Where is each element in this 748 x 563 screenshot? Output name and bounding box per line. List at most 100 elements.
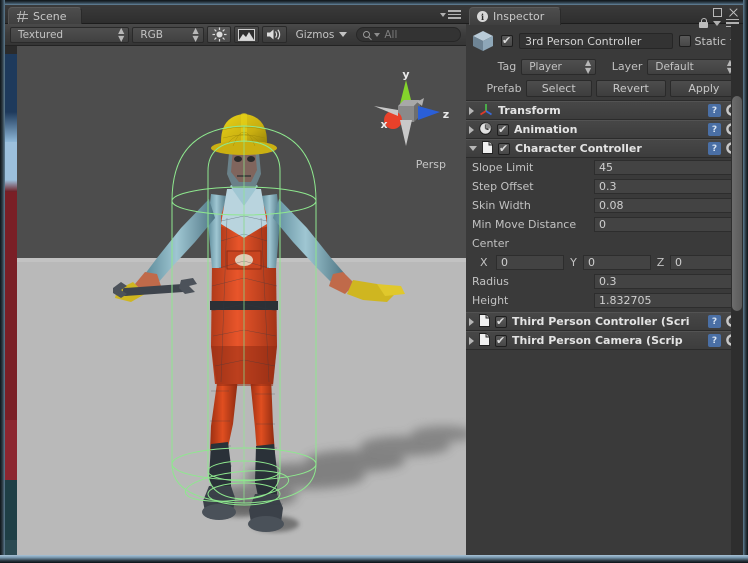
property-label-center: Center <box>472 237 510 250</box>
component-enabled-checkbox-third-person-controller[interactable] <box>495 315 507 328</box>
property-label-step-offset: Step Offset <box>472 180 534 193</box>
scene-panel-menu-button[interactable] <box>440 10 461 19</box>
tab-inspector[interactable]: i Inspector <box>469 7 562 25</box>
property-row-slope-limit: Slope Limit 45 <box>466 158 743 177</box>
search-icon <box>363 31 371 38</box>
component-header-transform[interactable]: Transform ? <box>466 101 743 120</box>
foldout-arrow-icon-third-person-camera[interactable] <box>469 336 474 345</box>
draw-mode-dropdown[interactable]: Textured ▲ ▼ <box>10 25 130 43</box>
foldout-arrow-icon-animation[interactable] <box>469 125 474 134</box>
property-input-skin-width[interactable]: 0.08 <box>594 198 738 213</box>
close-icon[interactable] <box>728 7 739 18</box>
component-header-third-person-controller[interactable]: Third Person Controller (Scri ? <box>466 312 743 331</box>
property-label-min-move-distance: Min Move Distance <box>472 218 577 231</box>
window-controls <box>713 7 739 18</box>
help-icon-character-controller[interactable]: ? <box>708 142 721 155</box>
object-name-input[interactable]: 3rd Person Controller <box>519 33 673 49</box>
component-header-animation[interactable]: Animation ? <box>466 120 743 139</box>
component-enabled-checkbox-third-person-camera[interactable] <box>495 334 507 347</box>
component-enabled-checkbox-animation[interactable] <box>497 123 509 136</box>
projection-mode-label[interactable]: Persp <box>416 158 446 171</box>
vector-value-y: 0 <box>588 256 595 269</box>
chevron-down-icon <box>440 12 446 17</box>
property-input-min-move-distance[interactable]: 0 <box>594 217 738 232</box>
vector-label-x: X <box>480 256 488 269</box>
property-row-center-header: Center <box>466 234 743 253</box>
tab-scene[interactable]: Scene <box>8 7 82 25</box>
property-label-height: Height <box>472 294 509 307</box>
prefab-select-button[interactable]: Select <box>525 79 592 97</box>
vector-input-x[interactable]: 0 <box>496 255 564 270</box>
help-icon-transform[interactable]: ? <box>708 104 721 117</box>
prefab-apply-button[interactable]: Apply <box>669 79 738 97</box>
svg-text:x: x <box>380 118 387 131</box>
prefab-revert-button[interactable]: Revert <box>595 79 666 97</box>
tab-scene-label: Scene <box>33 10 67 23</box>
updown-arrows-icon: ▲ ▼ <box>118 25 125 43</box>
foldout-arrow-icon-transform[interactable] <box>469 106 474 115</box>
help-icon-third-person-controller[interactable]: ? <box>708 315 721 328</box>
component-header-third-person-camera[interactable]: Third Person Camera (Scrip ? <box>466 331 743 350</box>
property-input-radius[interactable]: 0.3 <box>594 274 738 289</box>
image-fx-toggle-button[interactable] <box>234 26 260 43</box>
scene-tabbar: Scene <box>5 5 466 25</box>
component-enabled-checkbox-character-controller[interactable] <box>498 142 510 155</box>
property-input-slope-limit[interactable]: 45 <box>594 160 738 175</box>
property-value-min-move-distance: 0 <box>599 218 606 231</box>
inspector-scrollbar-thumb[interactable] <box>732 96 742 311</box>
help-icon-animation[interactable]: ? <box>708 123 721 136</box>
scene-viewport[interactable]: y z x Persp <box>5 46 466 555</box>
tag-dropdown[interactable]: Player ▲ ▼ <box>521 58 597 75</box>
property-label-slope-limit: Slope Limit <box>472 161 534 174</box>
prefab-revert-label: Revert <box>612 81 649 95</box>
lighting-toggle-button[interactable] <box>206 26 232 43</box>
transform-axis-icon <box>479 102 493 119</box>
component-name-animation: Animation <box>514 123 578 136</box>
script-page-icon-tpc <box>479 313 490 330</box>
foldout-arrow-icon-character-controller[interactable] <box>469 146 477 151</box>
component-header-character-controller[interactable]: Character Controller ? <box>466 139 743 158</box>
scene-search-input[interactable]: All <box>356 27 461 42</box>
prefab-apply-label: Apply <box>688 81 720 95</box>
foldout-arrow-icon-third-person-controller[interactable] <box>469 317 474 326</box>
tab-inspector-label: Inspector <box>493 10 545 23</box>
layer-dropdown[interactable]: Default ▲ ▼ <box>647 58 738 75</box>
info-icon: i <box>477 11 488 22</box>
window-frame-right <box>743 0 748 563</box>
inspector-scrollbar[interactable] <box>731 24 743 555</box>
prefab-select-label: Select <box>541 81 576 95</box>
script-page-icon-cc <box>482 140 493 157</box>
component-name-transform: Transform <box>498 104 561 117</box>
lock-icon[interactable] <box>699 18 708 28</box>
clock-icon <box>479 121 492 138</box>
property-input-height[interactable]: 1.832705 <box>594 293 738 308</box>
gizmos-dropdown[interactable]: Gizmos <box>290 26 354 43</box>
vector-input-y[interactable]: 0 <box>583 255 651 270</box>
window-frame-bottom <box>0 555 748 563</box>
static-checkbox[interactable] <box>678 35 691 47</box>
chevron-down-icon-gizmos <box>339 32 348 37</box>
help-icon-third-person-camera[interactable]: ? <box>708 334 721 347</box>
maximize-icon[interactable] <box>713 8 722 17</box>
object-enabled-checkbox[interactable] <box>501 34 513 47</box>
render-mode-dropdown[interactable]: RGB ▲ ▼ <box>132 26 204 43</box>
vector-value-z: 0 <box>675 256 682 269</box>
object-name-value: 3rd Person Controller <box>525 34 642 48</box>
inspector-panel: i Inspector ✔ 3rd Person Controller Stat… <box>466 5 743 555</box>
vector-input-z[interactable]: 0 <box>670 255 738 270</box>
prefab-row: Prefab Select Revert Apply <box>471 79 738 97</box>
grid-hash-icon <box>17 11 28 22</box>
property-value-radius: 0.3 <box>599 275 617 288</box>
audio-toggle-button[interactable] <box>262 26 287 43</box>
layer-value: Default <box>655 60 694 73</box>
lighting-icon <box>212 27 227 42</box>
vector-value-x: 0 <box>501 256 508 269</box>
gizmos-label: Gizmos <box>295 28 335 41</box>
audio-icon <box>267 29 281 40</box>
gameobject-cube-icon <box>471 29 495 53</box>
property-input-step-offset[interactable]: 0.3 <box>594 179 738 194</box>
static-toggle-group[interactable]: Static <box>678 35 738 48</box>
svg-text:z: z <box>443 108 449 121</box>
scene-toolbar: Textured ▲ ▼ RGB ▲ ▼ Gizmos All <box>5 24 466 46</box>
chevron-down-icon-inspector[interactable] <box>713 20 721 26</box>
